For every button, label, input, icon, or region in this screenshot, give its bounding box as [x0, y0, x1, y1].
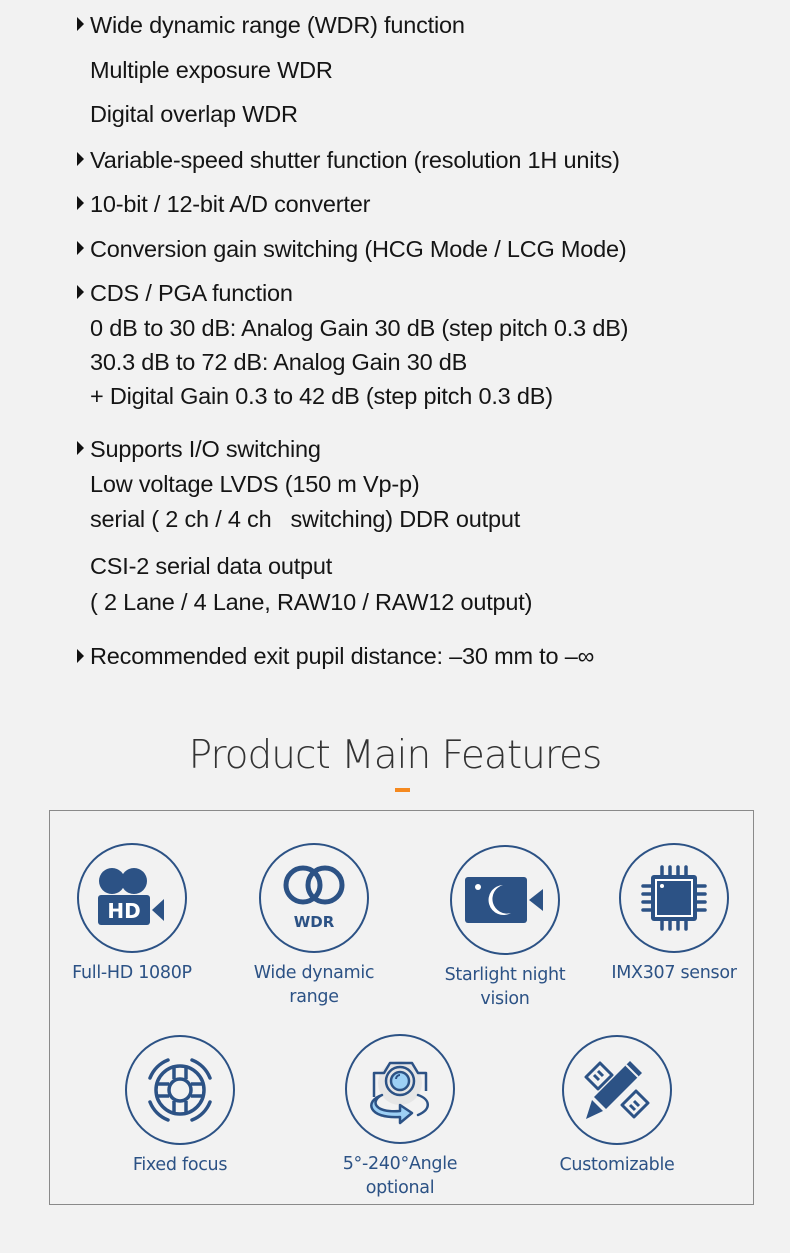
spec-line: ( 2 Lane / 4 Lane, RAW10 / RAW12 output): [90, 589, 533, 615]
feature-label: Full-HD 1080P: [72, 963, 192, 983]
section-title: Product Main Features: [188, 733, 603, 778]
feature-label: Wide dynamic range: [253, 963, 375, 1007]
spec-line: Supports I/O switching: [90, 436, 321, 462]
pencil-ruler-icon: [584, 1061, 650, 1119]
chip-sensor-icon: [641, 865, 707, 931]
svg-text:HD: HD: [107, 899, 140, 923]
feature-customizable: Customizable: [537, 1035, 697, 1177]
feature-label: Fixed focus: [132, 1155, 228, 1175]
feature-label: IMX307 sensor: [611, 963, 737, 983]
feature-label: Starlight night vision: [444, 965, 566, 1009]
feature-icon-circle: [562, 1035, 672, 1145]
hd-video-camera-icon: HD: [98, 868, 164, 925]
bullet-icon: [77, 152, 84, 166]
spec-line: Conversion gain switching (HCG Mode / LC…: [90, 236, 627, 262]
feature-icon-circle: [345, 1034, 455, 1144]
feature-angle: 5°-240°Angle optional: [320, 1034, 480, 1200]
bullet-icon: [77, 649, 84, 663]
feature-icon-circle: HD: [77, 843, 187, 953]
lifebuoy-focus-icon: [148, 1058, 212, 1122]
spec-line: CDS / PGA function: [90, 280, 293, 306]
title-accent-bar: [395, 788, 410, 792]
spec-line: Wide dynamic range (WDR) function: [90, 12, 465, 38]
spec-line: 0 dB to 30 dB: Analog Gain 30 dB (step p…: [90, 315, 629, 341]
wdr-icon: WDR: [283, 865, 345, 931]
night-vision-camera-icon: [465, 877, 543, 923]
feature-starlight: Starlight night vision: [425, 845, 585, 1011]
feature-icon-circle: [125, 1035, 235, 1145]
spec-line: Digital overlap WDR: [90, 101, 298, 127]
spec-line: + Digital Gain 0.3 to 42 dB (step pitch …: [90, 383, 553, 409]
feature-icon-circle: [450, 845, 560, 955]
spec-line: Recommended exit pupil distance: –30 mm …: [90, 643, 595, 669]
feature-icon-circle: WDR: [259, 843, 369, 953]
feature-label: Customizable: [559, 1155, 675, 1175]
spec-line: 30.3 dB to 72 dB: Analog Gain 30 dB: [90, 349, 468, 375]
bullet-icon: [77, 241, 84, 255]
spec-line: serial ( 2 ch / 4 ch switching) DDR outp…: [90, 506, 521, 532]
bullet-icon: [77, 17, 84, 31]
feature-sensor: IMX307 sensor: [594, 843, 754, 985]
spec-line: Multiple exposure WDR: [90, 57, 333, 83]
bullet-icon: [77, 441, 84, 455]
spec-line: Variable-speed shutter function (resolut…: [90, 147, 620, 173]
feature-wdr: WDR Wide dynamic range: [234, 843, 394, 1009]
spec-line: CSI-2 serial data output: [90, 553, 333, 579]
bullet-icon: [77, 196, 84, 210]
feature-icon-circle: [619, 843, 729, 953]
feature-fixed-focus: Fixed focus: [100, 1035, 260, 1177]
feature-full-hd: HD Full-HD 1080P: [52, 843, 212, 985]
spec-line: 10-bit / 12-bit A/D converter: [90, 191, 371, 217]
svg-text:WDR: WDR: [294, 913, 335, 931]
spec-line: Low voltage LVDS (150 m Vp-p): [90, 471, 420, 497]
rotate-camera-icon: [370, 1061, 429, 1125]
feature-label: 5°-240°Angle optional: [342, 1154, 458, 1198]
bullet-icon: [77, 285, 84, 299]
